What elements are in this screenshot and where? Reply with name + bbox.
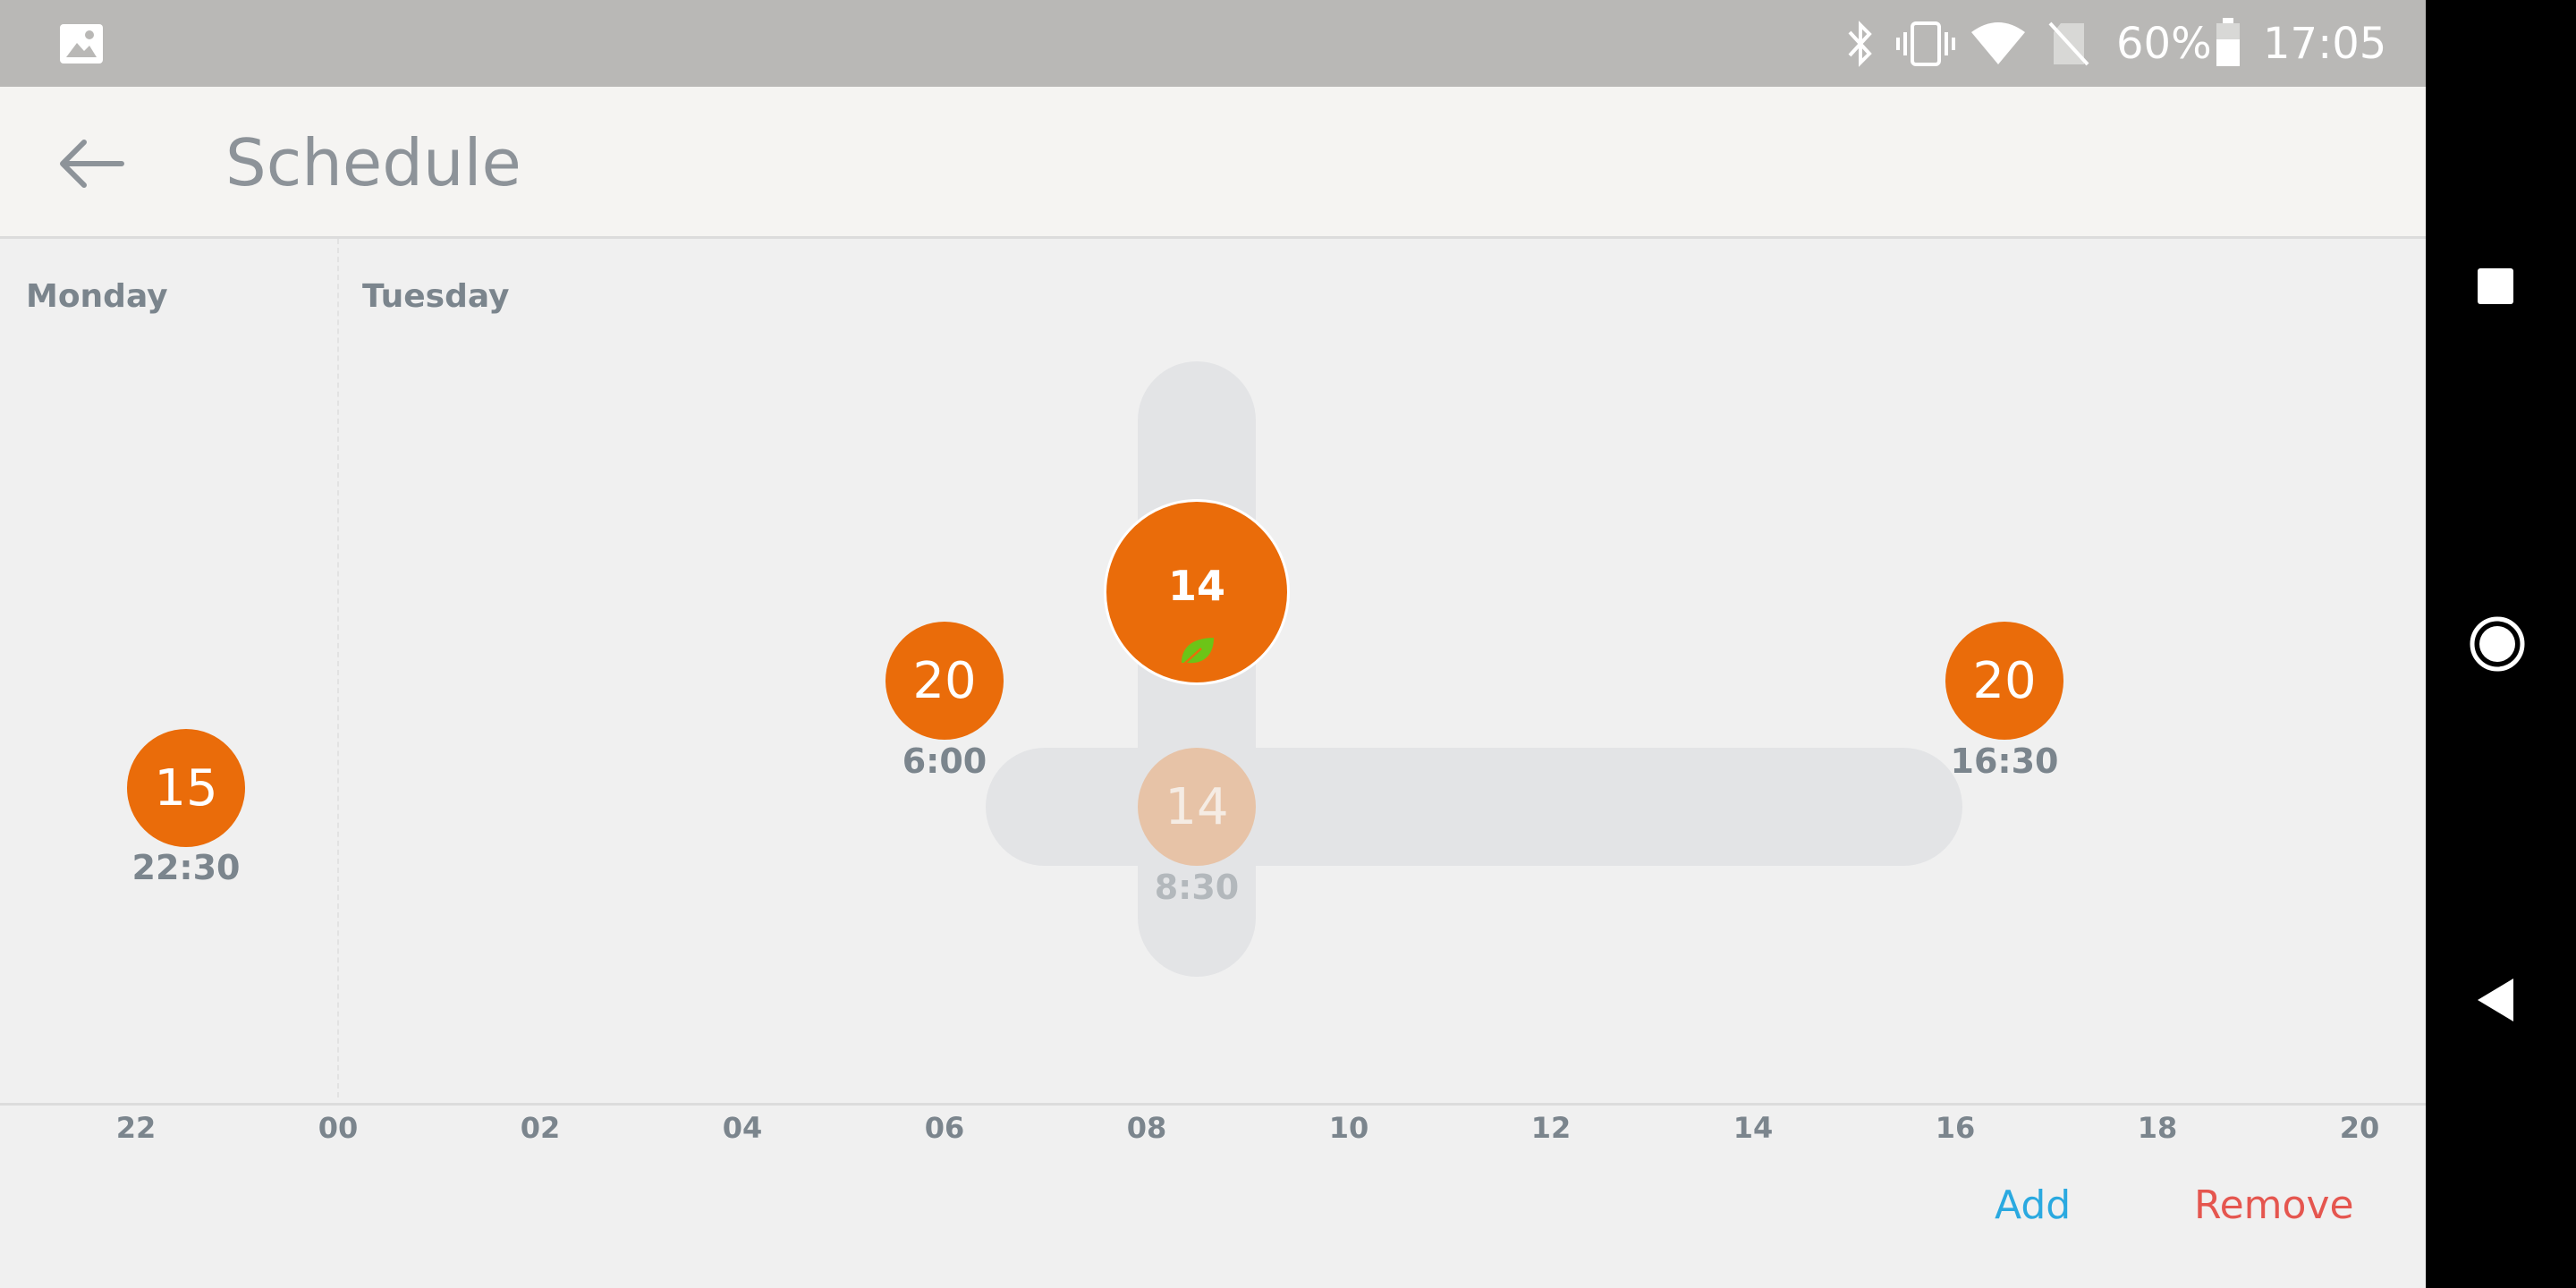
day-label-tuesday: Tuesday xyxy=(362,278,510,315)
setpoint-temp: 20 xyxy=(1972,651,2037,710)
setpoint-bubble[interactable]: 15 xyxy=(127,729,245,847)
setpoint-ghost-bubble: 14 xyxy=(1138,748,1256,866)
selected-setpoint-bubble[interactable]: 14 xyxy=(1104,499,1290,685)
day-label-monday: Monday xyxy=(26,278,168,315)
status-bar: 60% 17:05 xyxy=(0,0,2426,87)
axis-tick-label: 02 xyxy=(520,1111,561,1145)
setpoint-time: 16:30 xyxy=(1950,741,2059,781)
wifi-icon xyxy=(1971,22,2025,64)
axis-tick-label: 18 xyxy=(2137,1111,2178,1145)
day-divider xyxy=(337,239,339,1097)
setpoint-bubble[interactable]: 20 xyxy=(886,622,1004,740)
axis-tick-label: 00 xyxy=(318,1111,359,1145)
eco-leaf-icon xyxy=(1182,638,1214,665)
axis-tick-label: 04 xyxy=(722,1111,763,1145)
recents-icon[interactable] xyxy=(2476,267,2515,306)
axis-tick-label: 16 xyxy=(1935,1111,1976,1145)
time-axis-line xyxy=(0,1103,2426,1106)
axis-tick-label: 20 xyxy=(2339,1111,2380,1145)
battery-icon xyxy=(2216,18,2240,66)
setpoint-temp: 20 xyxy=(912,651,977,710)
setpoint-bubble[interactable]: 20 xyxy=(1945,622,2063,740)
horizontal-drag-track xyxy=(986,748,1962,866)
selected-setpoint-temp: 14 xyxy=(1167,562,1225,610)
axis-tick-label: 22 xyxy=(115,1111,157,1145)
battery-percent: 60% xyxy=(2116,19,2212,69)
setpoint-temp: 15 xyxy=(154,758,218,818)
setpoint-time: 6:00 xyxy=(902,741,987,781)
vibrate-icon xyxy=(1896,21,1955,66)
axis-tick-label: 10 xyxy=(1328,1111,1369,1145)
back-arrow-icon[interactable] xyxy=(57,137,125,191)
bluetooth-icon xyxy=(1848,21,1872,67)
image-notification-icon xyxy=(60,24,103,64)
no-sim-icon xyxy=(2048,21,2089,66)
axis-tick-label: 08 xyxy=(1126,1111,1167,1145)
navigation-bar xyxy=(2426,0,2576,1288)
setpoint-time: 22:30 xyxy=(131,848,241,887)
remove-button[interactable]: Remove xyxy=(2194,1182,2354,1229)
back-nav-icon[interactable] xyxy=(2476,977,2515,1023)
axis-tick-label: 12 xyxy=(1530,1111,1572,1145)
axis-tick-label: 14 xyxy=(1733,1111,1774,1145)
setpoint-temp: 14 xyxy=(1165,777,1229,836)
page-title: Schedule xyxy=(225,125,521,200)
setpoint-ghost-time: 8:30 xyxy=(1154,868,1240,907)
clock: 17:05 xyxy=(2263,19,2387,69)
axis-tick-label: 06 xyxy=(924,1111,965,1145)
add-button[interactable]: Add xyxy=(1995,1182,2071,1229)
home-icon[interactable] xyxy=(2469,615,2526,673)
app-bar: Schedule xyxy=(0,87,2426,239)
